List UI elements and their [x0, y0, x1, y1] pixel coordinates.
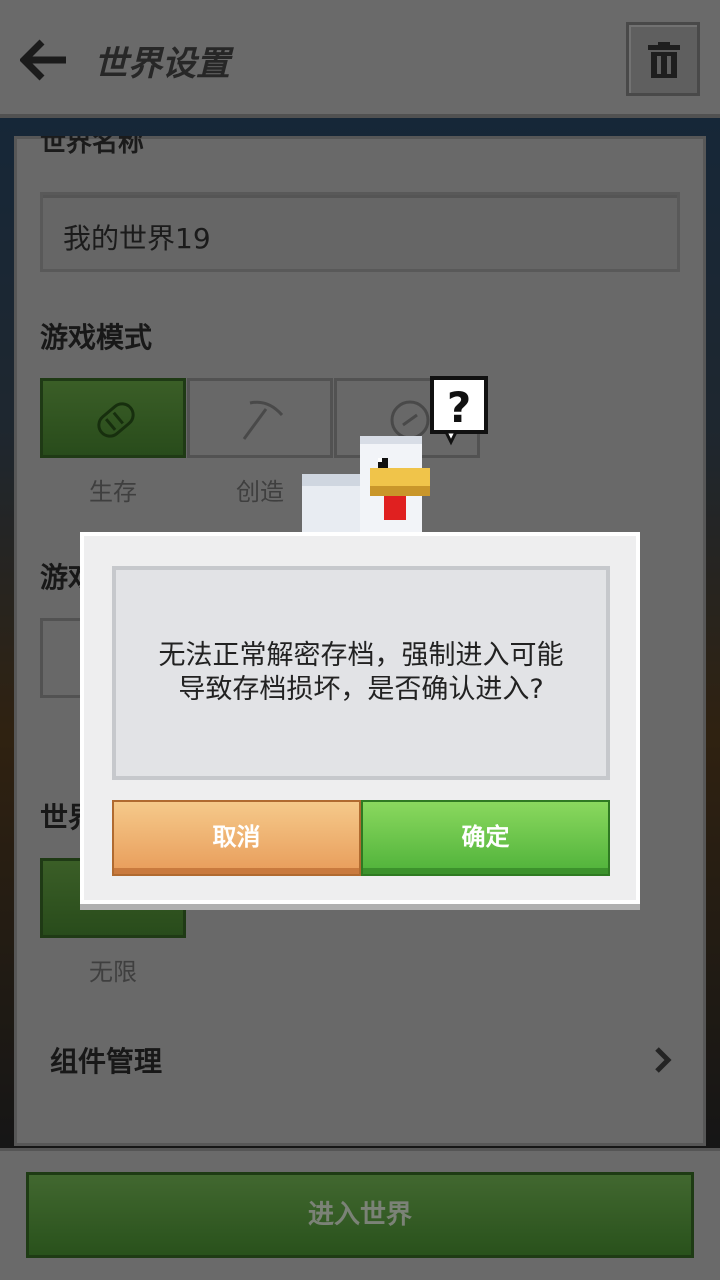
- confirm-button[interactable]: 确定: [361, 800, 610, 876]
- svg-text:?: ?: [447, 383, 471, 432]
- chicken-mascot-icon: ?: [302, 376, 488, 536]
- dialog-message-box: 无法正常解密存档，强制进入可能导致存档损坏，是否确认进入?: [112, 566, 610, 780]
- dialog-message: 无法正常解密存档，强制进入可能导致存档损坏，是否确认进入?: [158, 640, 564, 705]
- cancel-button[interactable]: 取消: [112, 800, 361, 876]
- confirm-dialog: 无法正常解密存档，强制进入可能导致存档损坏，是否确认进入? 取消 确定: [80, 532, 640, 904]
